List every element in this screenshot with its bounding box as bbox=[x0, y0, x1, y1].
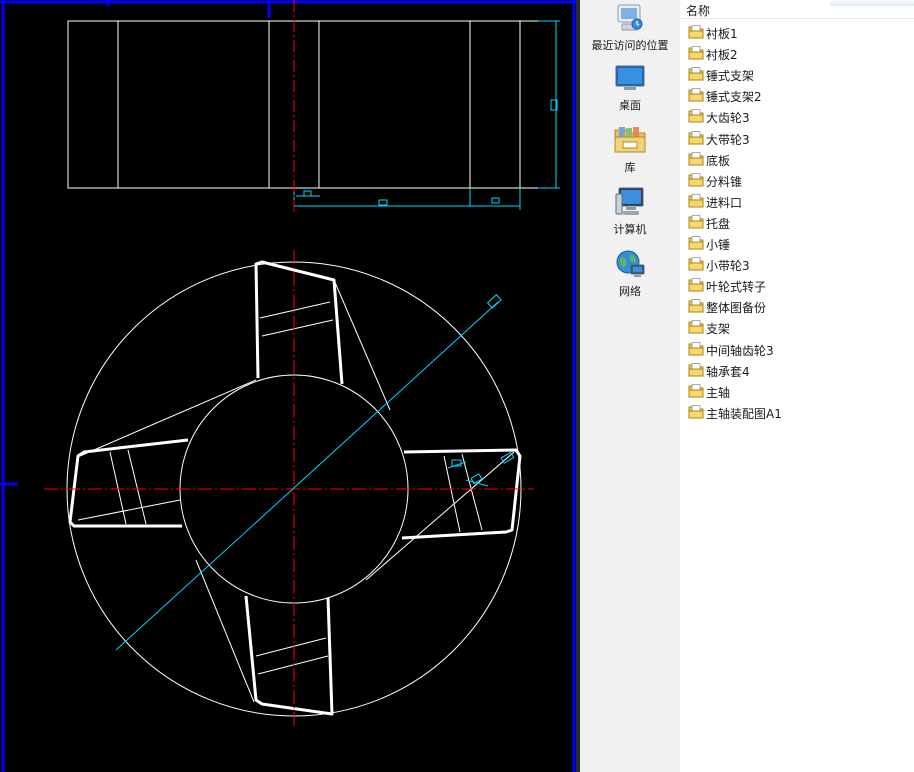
column-header-label: 名称 bbox=[686, 4, 711, 18]
file-list-item[interactable]: 中间轴齿轮3 bbox=[688, 339, 908, 359]
file-name: 分料锥 bbox=[706, 174, 743, 189]
dwg-file-icon bbox=[688, 320, 704, 334]
file-name: 大带轮3 bbox=[706, 132, 750, 147]
file-name: 轴承套4 bbox=[706, 364, 750, 379]
nav-item-label: 最近访问的位置 bbox=[591, 39, 669, 52]
dwg-file-icon bbox=[688, 46, 704, 60]
dwg-file-icon bbox=[688, 215, 704, 229]
blade-details bbox=[77, 279, 515, 703]
file-list-item[interactable]: 托盘 bbox=[688, 212, 908, 232]
nav-item-label: 库 bbox=[624, 161, 636, 174]
libraries-icon bbox=[614, 127, 646, 153]
file-list-item[interactable]: 主轴 bbox=[688, 381, 908, 401]
file-list-item[interactable]: 进料口 bbox=[688, 191, 908, 211]
file-name: 托盘 bbox=[706, 216, 731, 231]
cad-drawing bbox=[0, 0, 576, 772]
dwg-file-icon bbox=[688, 341, 704, 355]
file-name: 叶轮式转子 bbox=[706, 280, 767, 295]
nav-item-libraries[interactable]: 库 bbox=[580, 124, 680, 175]
file-list-item[interactable]: 大齿轮3 bbox=[688, 106, 908, 126]
file-list-item[interactable]: 小带轮3 bbox=[688, 254, 908, 274]
dwg-file-icon bbox=[688, 88, 704, 102]
drawing-frame bbox=[0, 0, 576, 772]
section-line bbox=[115, 294, 515, 651]
file-list-item[interactable]: 分料锥 bbox=[688, 170, 908, 190]
navigation-pane: 最近访问的位置 桌面 库 计算机 网络 bbox=[580, 0, 680, 772]
dwg-file-icon bbox=[688, 109, 704, 123]
file-list-item[interactable]: 整体图备份 bbox=[688, 296, 908, 316]
file-list-item[interactable]: 衬板1 bbox=[688, 22, 908, 42]
file-list-item[interactable]: 底板 bbox=[688, 149, 908, 169]
file-name: 衬板1 bbox=[706, 27, 738, 41]
network-icon bbox=[616, 250, 645, 277]
file-list-item[interactable]: 小锤 bbox=[688, 233, 908, 253]
file-name: 主轴装配图A1 bbox=[706, 406, 782, 421]
dwg-file-icon bbox=[688, 278, 704, 292]
file-list-item[interactable]: 锤式支架2 bbox=[688, 85, 908, 105]
dwg-file-icon bbox=[688, 25, 704, 39]
nav-item-label: 网络 bbox=[619, 285, 641, 298]
dwg-file-icon bbox=[688, 172, 704, 187]
nav-item-network[interactable]: 网络 bbox=[580, 248, 680, 299]
blade-top bbox=[254, 260, 344, 385]
recent-places-icon bbox=[617, 4, 643, 31]
file-name: 大齿轮3 bbox=[706, 111, 750, 126]
dwg-file-icon bbox=[688, 404, 704, 419]
dwg-file-icon bbox=[688, 193, 704, 208]
file-name: 主轴 bbox=[706, 385, 731, 400]
file-name: 锤式支架2 bbox=[706, 90, 762, 105]
cad-drawing-canvas[interactable] bbox=[0, 0, 576, 772]
file-list-item[interactable]: 锤式支架 bbox=[688, 64, 908, 84]
dwg-file-icon bbox=[688, 362, 704, 377]
nav-item-label: 桌面 bbox=[619, 99, 641, 112]
dwg-file-icon bbox=[688, 299, 704, 313]
file-name: 支架 bbox=[706, 322, 731, 337]
dwg-file-icon bbox=[688, 67, 704, 81]
dwg-file-icon bbox=[688, 236, 704, 250]
file-list-item[interactable]: 支架 bbox=[688, 317, 908, 337]
desktop-icon bbox=[615, 65, 645, 90]
file-name: 中间轴齿轮3 bbox=[706, 343, 774, 358]
computer-icon bbox=[615, 187, 644, 215]
file-list-item[interactable]: 主轴装配图A1 bbox=[688, 402, 908, 422]
nav-item-computer[interactable]: 计算机 bbox=[580, 186, 680, 237]
top-view bbox=[67, 20, 557, 189]
file-list-item[interactable]: 大带轮3 bbox=[688, 128, 908, 148]
file-name: 锤式支架 bbox=[706, 69, 755, 84]
file-name: 小锤 bbox=[706, 238, 731, 252]
file-name: 整体图备份 bbox=[706, 301, 767, 316]
dwg-file-icon bbox=[688, 130, 704, 144]
rotor-centerlines bbox=[44, 250, 534, 728]
dwg-file-icon bbox=[688, 151, 704, 166]
file-list: 名称 衬板1 衬板2 锤式支架锤式支架2 大齿轮3 大带轮3 底板分料锥进料口托盘小锤小带… bbox=[680, 0, 914, 772]
nav-item-recent-places[interactable]: 最近访问的位置 bbox=[580, 2, 680, 53]
file-list-item[interactable]: 叶轮式转子 bbox=[688, 275, 908, 295]
file-name: 进料口 bbox=[706, 195, 743, 210]
column-header-name[interactable]: 名称 bbox=[680, 0, 914, 19]
file-name: 衬板2 bbox=[706, 48, 738, 63]
nav-item-desktop[interactable]: 桌面 bbox=[580, 64, 680, 113]
file-name: 底板 bbox=[706, 153, 731, 168]
file-list-item[interactable]: 衬板2 bbox=[688, 43, 908, 63]
dwg-file-icon bbox=[688, 257, 704, 271]
file-name: 小带轮3 bbox=[706, 259, 750, 274]
dwg-file-icon bbox=[688, 383, 704, 398]
nav-item-label: 计算机 bbox=[613, 223, 647, 236]
file-list-item[interactable]: 轴承套4 bbox=[688, 360, 908, 380]
